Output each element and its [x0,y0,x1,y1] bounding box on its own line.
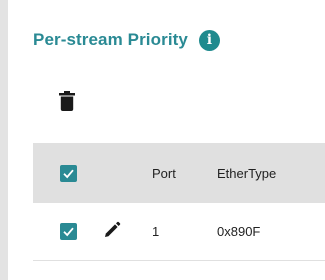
select-all-checkbox[interactable] [60,165,77,182]
info-icon[interactable]: i [198,29,220,51]
pencil-icon [105,221,121,237]
edit-row-button[interactable] [102,220,122,240]
delete-button[interactable] [59,91,75,111]
table-header: Port EtherType [33,143,325,203]
column-header-port[interactable]: Port [152,166,176,181]
stream-priority-table: Port EtherType 1 0x890F [33,143,325,261]
checkmark-icon [63,227,74,237]
page-title: Per-stream Priority [33,30,188,49]
trash-icon [59,91,75,111]
cell-ethertype: 0x890F [217,224,261,239]
checkmark-icon [63,169,74,179]
cell-port: 1 [152,224,160,239]
table-row[interactable]: 1 0x890F [33,203,325,261]
left-rail [0,0,8,280]
panel-header: Per-stream Priority i [33,26,220,54]
row-select-checkbox[interactable] [60,223,77,240]
column-header-ethertype[interactable]: EtherType [217,166,276,181]
